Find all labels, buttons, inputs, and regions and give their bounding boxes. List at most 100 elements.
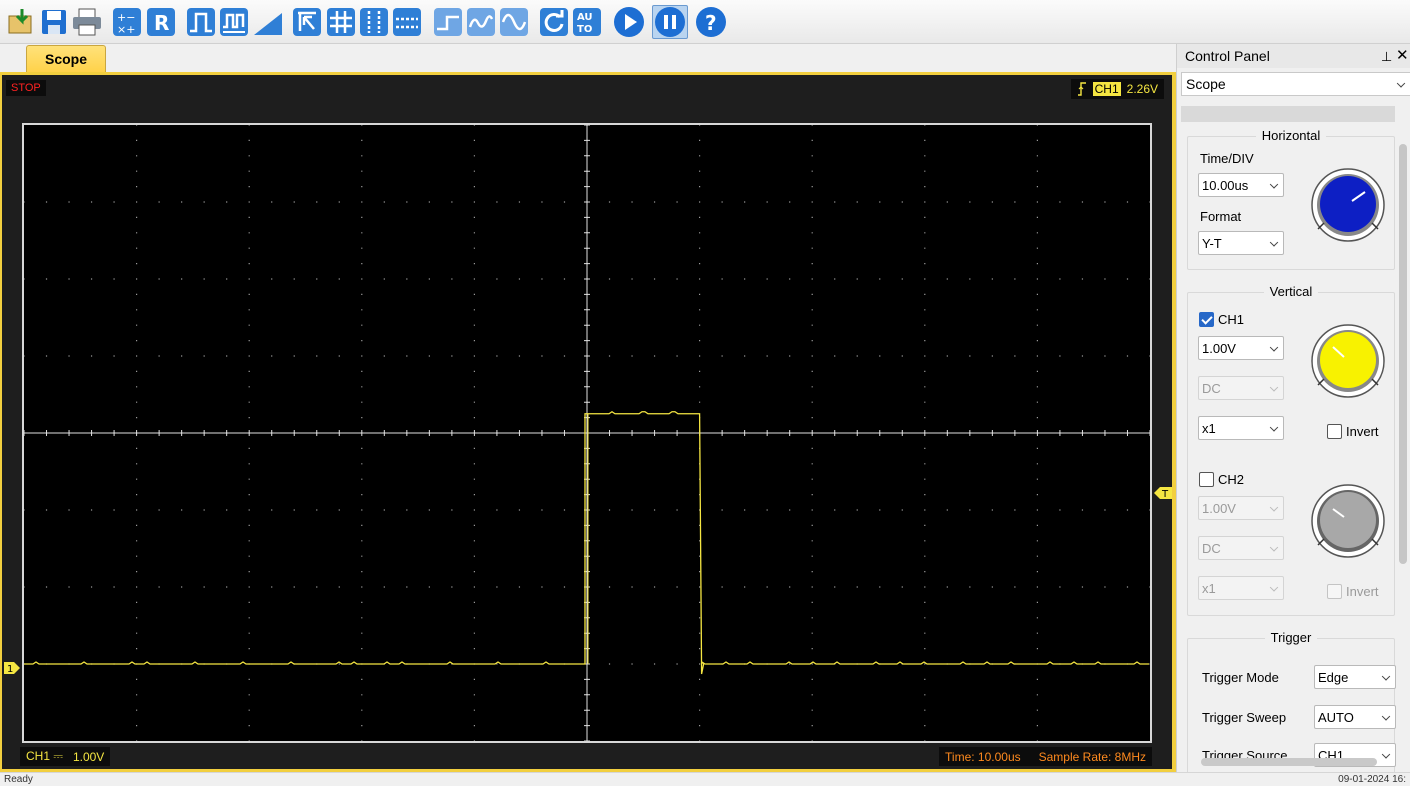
ch1-readout-scale: 1.00V — [72, 749, 105, 764]
time-div-label: Time/DIV — [1200, 151, 1254, 166]
step-icon[interactable] — [432, 5, 464, 39]
vertical-group-title: Vertical — [1263, 284, 1319, 299]
ch2-invert-label: Invert — [1346, 584, 1379, 599]
svg-text:R: R — [154, 11, 169, 35]
sample-rate-label: Sample Rate: 8MHz — [1038, 749, 1146, 764]
horizontal-group-title: Horizontal — [1255, 128, 1327, 143]
sine-icon[interactable] — [498, 5, 530, 39]
panel-horizontal-scrollbar[interactable] — [1201, 758, 1377, 766]
channel-1-marker[interactable]: 1 — [4, 662, 20, 674]
horizontal-group: Horizontal Time/DIV 10.00us Format Y-T — [1187, 128, 1395, 270]
panel-scrollbar[interactable] — [1395, 106, 1410, 772]
trigger-level-marker[interactable]: T — [1154, 487, 1172, 499]
trigger-source-label: CH1 — [1092, 82, 1121, 96]
auto-icon[interactable]: AU TO — [571, 5, 603, 39]
chevron-down-icon — [1269, 383, 1279, 392]
trigger-readout: CH1 2.26V — [1070, 79, 1164, 99]
control-panel-title: Control Panel — [1185, 48, 1270, 64]
horizontal-cursor-icon[interactable] — [391, 5, 423, 39]
format-value: Y-T — [1202, 235, 1222, 251]
chevron-down-icon — [1396, 79, 1406, 88]
chevron-down-icon — [1269, 423, 1279, 432]
ch2-volts-knob[interactable] — [1310, 483, 1386, 559]
pin-icon[interactable]: ⊥ — [1381, 49, 1392, 65]
window-status-bar: Ready 09-01-2024 16: — [0, 772, 1410, 785]
format-select[interactable]: Y-T — [1198, 231, 1284, 255]
tab-scope[interactable]: Scope — [26, 45, 106, 72]
trigger-group-title: Trigger — [1264, 630, 1318, 645]
ch2-label: CH2 — [1218, 472, 1245, 487]
ch1-probe-select[interactable]: x1 — [1198, 416, 1284, 440]
time-div-value: 10.00us — [1202, 177, 1249, 193]
ch1-volts-select[interactable]: 1.00V — [1198, 336, 1284, 360]
ch1-probe-value: x1 — [1202, 420, 1216, 436]
trigger-mode-value: Edge — [1318, 669, 1349, 685]
panel-mode-select[interactable]: Scope — [1181, 72, 1410, 96]
svg-text:1: 1 — [7, 664, 13, 674]
panel-mode-value: Scope — [1186, 76, 1226, 92]
grid-icon[interactable] — [325, 5, 357, 39]
waveform-screen[interactable] — [22, 123, 1152, 743]
ch2-coupling-value: DC — [1202, 540, 1221, 556]
vertical-cursor-icon[interactable] — [358, 5, 390, 39]
ch2-volts-select[interactable]: 1.00V — [1198, 496, 1284, 520]
trigger-sweep-select[interactable]: AUTO — [1314, 705, 1396, 729]
trigger-sweep-label: Trigger Sweep — [1202, 710, 1287, 725]
reference-icon[interactable]: R — [145, 5, 177, 39]
measure-icon[interactable]: +− ×+ — [111, 5, 143, 39]
tab-strip: Scope — [0, 44, 1176, 72]
scope-status-bar: STOP CH1 2.26V — [2, 75, 1172, 103]
chevron-down-icon — [1381, 750, 1391, 759]
pulse-icon[interactable] — [185, 5, 217, 39]
print-icon[interactable] — [70, 5, 104, 39]
ramp-icon[interactable] — [251, 5, 285, 39]
ch1-volts-knob[interactable] — [1310, 323, 1386, 399]
status-datetime: 09-01-2024 16: — [1338, 774, 1406, 785]
ch1-volts-value: 1.00V — [1202, 340, 1236, 356]
run-state-badge: STOP — [6, 80, 46, 96]
time-readout: Time: 10.00us Sample Rate: 8MHz — [939, 747, 1152, 766]
cursor-icon[interactable] — [291, 5, 323, 39]
run-icon[interactable] — [612, 5, 646, 39]
pause-icon[interactable] — [652, 5, 688, 39]
close-icon[interactable]: ✕ — [1396, 46, 1409, 64]
trigger-sweep-value: AUTO — [1318, 709, 1354, 725]
open-icon[interactable] — [4, 5, 38, 39]
ch2-coupling-select[interactable]: DC — [1198, 536, 1284, 560]
ch1-invert-label: Invert — [1346, 424, 1379, 439]
ch2-probe-value: x1 — [1202, 580, 1216, 596]
double-pulse-icon[interactable] — [218, 5, 250, 39]
ch1-label: CH1 — [1218, 312, 1245, 327]
reset-icon[interactable] — [538, 5, 570, 39]
ch1-readout-label: CH1 ⎓ — [26, 749, 63, 763]
svg-text:×+: ×+ — [117, 23, 135, 36]
ch2-invert-checkbox[interactable] — [1327, 584, 1342, 599]
scope-bottom-bar: CH1 ⎓ 1.00V Time: 10.00us Sample Rate: 8… — [2, 745, 1172, 769]
ch2-enable-checkbox[interactable] — [1199, 472, 1214, 487]
ch1-coupling-select[interactable]: DC — [1198, 376, 1284, 400]
ch2-probe-select[interactable]: x1 — [1198, 576, 1284, 600]
svg-text:AU: AU — [577, 12, 593, 23]
ch1-invert-checkbox[interactable] — [1327, 424, 1342, 439]
ch1-enable-checkbox[interactable] — [1199, 312, 1214, 327]
svg-text:TO: TO — [577, 24, 592, 35]
rising-edge-icon — [1077, 82, 1086, 96]
toolbar: +− ×+ R AU TO ? — [0, 0, 1410, 44]
svg-text:T: T — [1161, 489, 1169, 499]
trigger-mode-label: Trigger Mode — [1202, 670, 1279, 685]
time-div-select[interactable]: 10.00us — [1198, 173, 1284, 197]
scope-body: STOP CH1 2.26V 1 T CH1 ⎓ 1.00V Time: 10. — [2, 75, 1172, 769]
help-icon[interactable]: ? — [694, 5, 728, 39]
trigger-mode-select[interactable]: Edge — [1314, 665, 1396, 689]
time-base-label: Time: 10.00us — [945, 749, 1021, 764]
wave-icon[interactable] — [465, 5, 497, 39]
ch2-volts-value: 1.00V — [1202, 500, 1236, 516]
vertical-group: Vertical CH1 1.00V DC x1 Invert CH2 1.00… — [1187, 284, 1395, 616]
control-panel-header: Control Panel ⊥ ✕ — [1177, 44, 1410, 68]
time-base-knob[interactable] — [1310, 167, 1386, 243]
save-icon[interactable] — [38, 5, 70, 39]
panel-scrollbar-thumb[interactable] — [1399, 144, 1407, 564]
control-panel: Control Panel ⊥ ✕ Scope Horizontal Time/… — [1176, 44, 1410, 772]
ch1-scale-readout: CH1 ⎓ 1.00V — [20, 747, 111, 766]
waveform-plot — [23, 124, 1151, 742]
